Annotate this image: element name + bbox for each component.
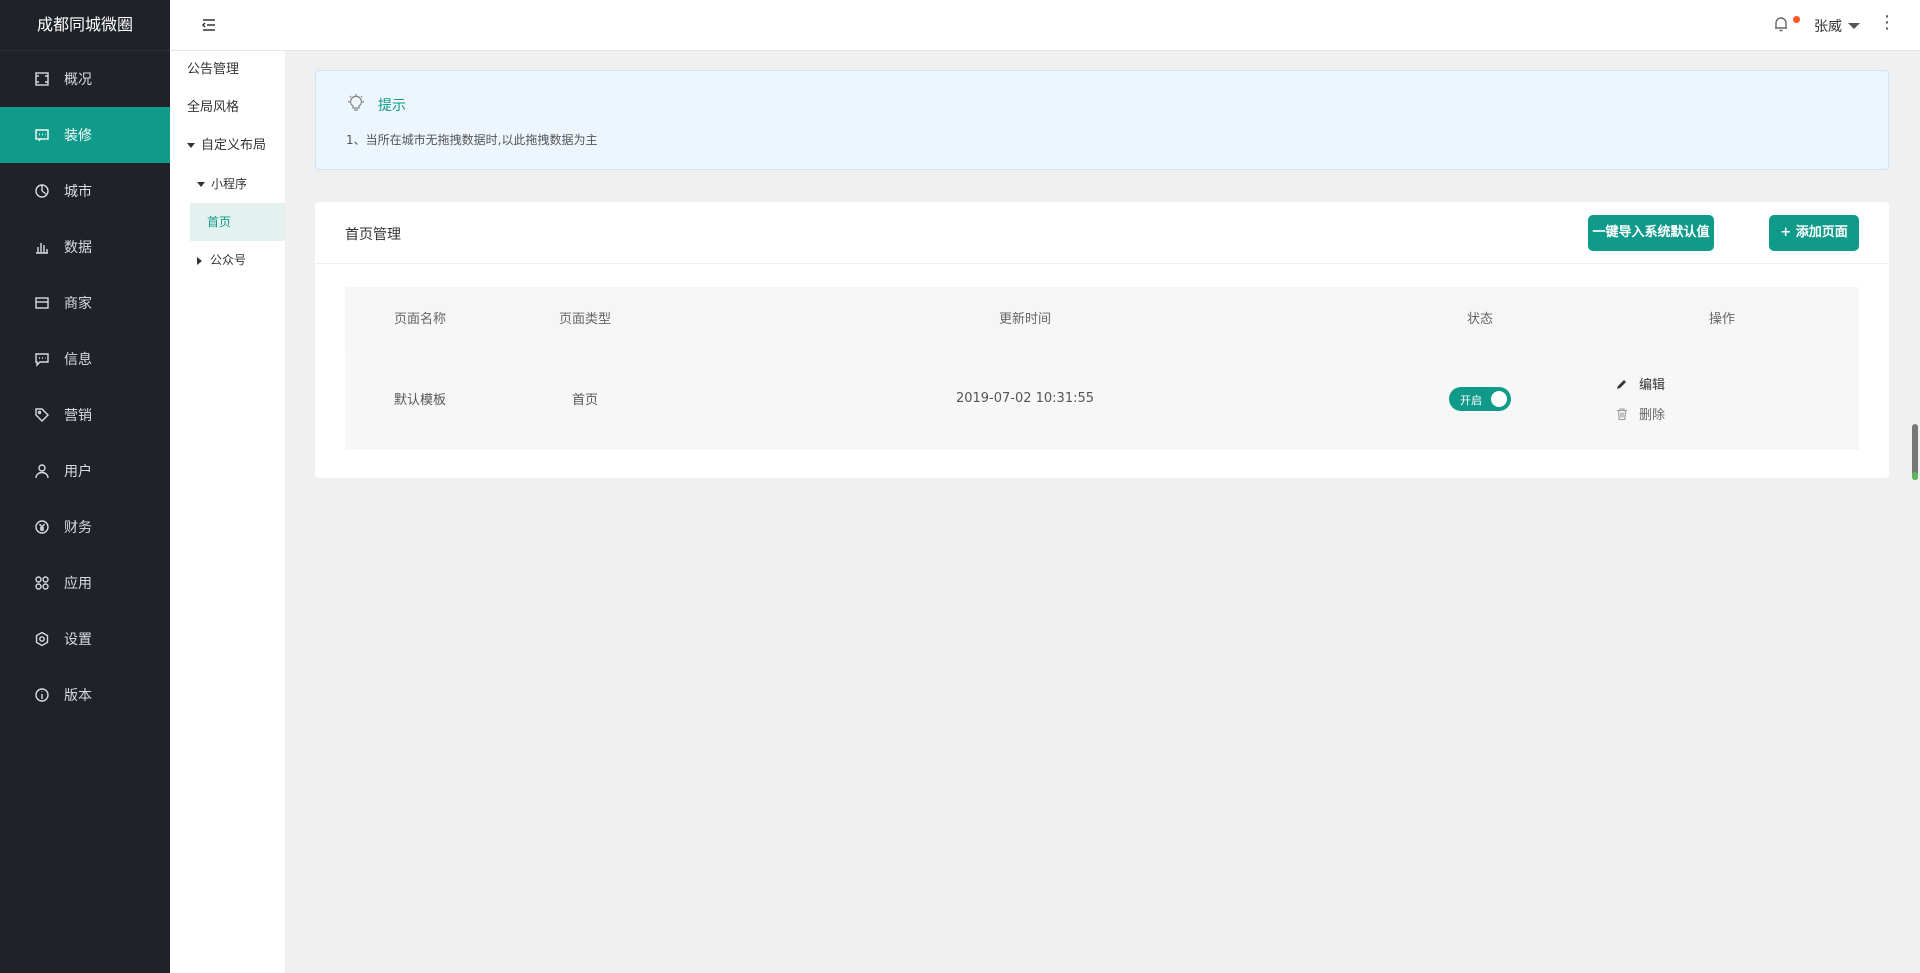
sidebar-item-version[interactable]: 版本 [0,667,170,723]
tip-text: 1、当所在城市无拖拽数据时,以此拖拽数据为主 [346,133,598,147]
user-name: 张威 [1814,19,1842,35]
column-header-status: 状态 [1466,311,1493,327]
edit-button[interactable]: 编辑 [1615,372,1665,396]
homepage-management-card: 首页管理 一键导入系统默认值 + 添加页面 页面名称 页面类型 更新时间 状态 … [315,202,1889,478]
add-page-button[interactable]: + 添加页面 [1769,215,1859,251]
edit-label: 编辑 [1639,378,1666,393]
sidebar-item-city[interactable]: 城市 [0,163,170,219]
sidebar-item-overview[interactable]: 概况 [0,51,170,107]
more-vertical-icon[interactable]: ⋮ [1878,14,1896,32]
subnav-global-style[interactable]: 全局风格 [170,89,285,127]
caret-right-icon [197,256,202,265]
status-toggle-label: 开启 [1460,393,1482,407]
cell-status: 开启 [1375,347,1585,450]
column-header-actions: 操作 [1708,311,1735,327]
sidebar-item-apps[interactable]: 应用 [0,555,170,611]
column-header-type: 页面类型 [558,311,611,327]
subnav-label: 小程序 [211,177,248,191]
tag-icon [34,407,50,423]
scrollbar-indicator [1912,472,1918,480]
notification-dot [1793,16,1800,23]
tip-header: 提示 [346,93,406,117]
city-icon [34,183,50,199]
cell-updated-time: 2019-07-02 10:31:55 [955,391,1095,406]
card-title: 首页管理 [345,227,401,243]
table-header: 页面名称 页面类型 更新时间 状态 操作 [345,287,1859,347]
tip-title: 提示 [378,98,406,114]
sidebar-item-label: 信息 [64,352,92,368]
cell-actions: 编辑 删除 [1585,347,1859,450]
tip-box: 提示 1、当所在城市无拖拽数据时,以此拖拽数据为主 [315,70,1889,170]
sidebar-item-label: 装修 [64,128,92,144]
menu-fold-icon[interactable] [200,16,218,34]
subnav-home[interactable]: 首页 [190,203,285,241]
user-menu[interactable]: 张威 [1814,16,1860,36]
sidebar-item-data[interactable]: 数据 [0,219,170,275]
sidebar-item-label: 营销 [64,408,92,424]
column-header-updated: 更新时间 [998,311,1051,327]
delete-button[interactable]: 删除 [1615,402,1665,426]
decoration-icon [34,127,50,143]
top-bar: 张威 ⋮ [170,0,1920,51]
cell-page-name: 默认模板 [393,393,446,408]
import-defaults-button[interactable]: 一键导入系统默认值 [1588,215,1714,251]
info-icon [34,687,50,703]
main-sidebar: 成都同城微圈 概况 装修 城市 数据 商家 信息 营销 用户 财务 应用 设置 … [0,0,170,973]
delete-label: 删除 [1639,408,1666,423]
chevron-down-icon [1848,23,1860,29]
sidebar-item-finance[interactable]: 财务 [0,499,170,555]
message-icon [34,351,50,367]
sidebar-item-message[interactable]: 信息 [0,331,170,387]
sidebar-item-decoration[interactable]: 装修 [0,107,170,163]
data-icon [34,239,50,255]
table-row: 默认模板 首页 2019-07-02 10:31:55 开启 编辑 删除 [345,347,1859,450]
subnav-official-account[interactable]: 公众号 [170,241,285,279]
subnav-announcement[interactable]: 公告管理 [170,51,285,89]
apps-icon [34,575,50,591]
sidebar-item-label: 设置 [64,632,92,648]
user-icon [34,463,50,479]
sidebar-item-user[interactable]: 用户 [0,443,170,499]
secondary-nav: 公告管理 全局风格 自定义布局 小程序 首页 公众号 [170,51,286,973]
sidebar-item-marketing[interactable]: 营销 [0,387,170,443]
toggle-knob [1491,390,1507,407]
brand-title: 成都同城微圈 [0,0,170,51]
subnav-label: 公众号 [210,253,247,267]
sidebar-item-label: 财务 [64,520,92,536]
caret-down-icon [197,182,205,187]
column-header-name: 页面名称 [393,311,446,327]
trash-icon [1617,407,1627,420]
caret-down-icon [187,143,195,148]
subnav-label: 自定义布局 [201,138,267,153]
sidebar-item-label: 应用 [64,576,92,592]
sidebar-item-label: 版本 [64,688,92,704]
subnav-custom-layout[interactable]: 自定义布局 [170,127,285,165]
settings-icon [34,631,50,647]
cell-page-type: 首页 [571,393,598,408]
sidebar-item-label: 商家 [64,296,92,312]
sidebar-item-label: 用户 [64,464,92,480]
status-toggle[interactable]: 开启 [1449,386,1511,411]
notification-bell-icon[interactable] [1772,15,1800,35]
pages-table: 页面名称 页面类型 更新时间 状态 操作 默认模板 首页 2019-07-02 … [345,287,1859,450]
sidebar-item-label: 城市 [64,184,92,200]
sidebar-item-label: 数据 [64,240,92,256]
sidebar-item-settings[interactable]: 设置 [0,611,170,667]
sidebar-item-label: 概况 [64,72,92,88]
lightbulb-icon [346,93,378,117]
sidebar-item-merchant[interactable]: 商家 [0,275,170,331]
merchant-icon [34,295,50,311]
finance-icon [34,519,50,535]
card-header: 首页管理 一键导入系统默认值 + 添加页面 [315,202,1889,264]
pencil-icon [1617,379,1626,389]
subnav-mini-program[interactable]: 小程序 [170,165,285,203]
overview-icon [34,71,50,87]
